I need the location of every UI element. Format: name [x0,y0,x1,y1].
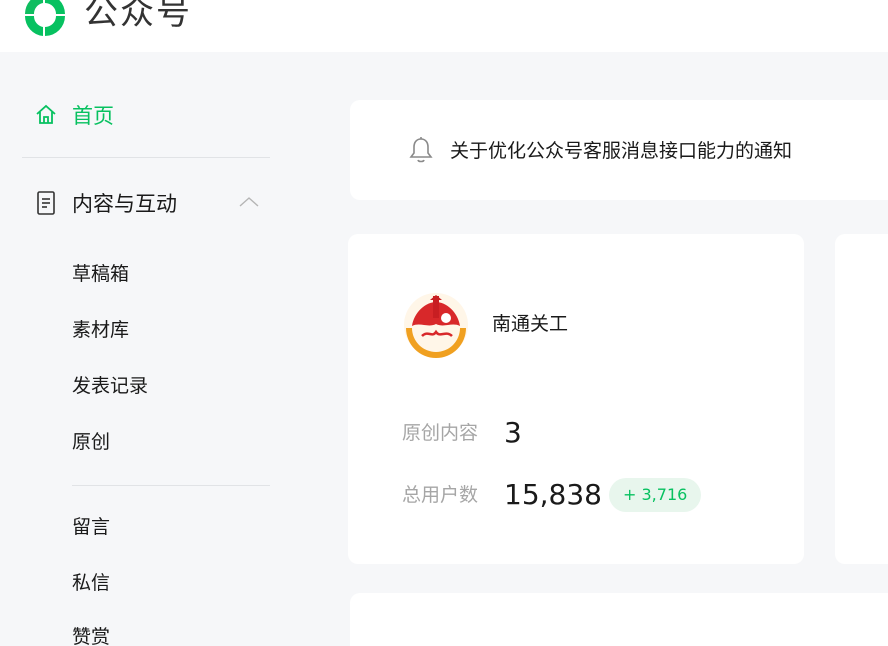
brand-title: 公众号 [84,0,192,33]
sidebar-subdivider [72,485,270,486]
account-card: 南通关工 原创内容 3 总用户数 15,838 + 3,716 [348,234,804,564]
top-bar: 公众号 [0,0,888,52]
sidebar-item-home[interactable]: 首页 [34,100,114,130]
sidebar-item-original[interactable]: 原创 [72,429,110,455]
sidebar-group-content-interaction[interactable]: 内容与互动 [34,186,264,220]
sidebar-divider [22,157,270,158]
sidebar-group-label: 内容与互动 [72,192,177,216]
stat-label-original: 原创内容 [402,422,479,444]
user-growth-badge: + 3,716 [609,478,702,512]
notice-text[interactable]: 关于优化公众号客服消息接口能力的通知 [450,138,792,164]
wechat-official-logo-icon[interactable] [20,0,70,38]
sidebar-item-drafts[interactable]: 草稿箱 [72,261,129,287]
home-icon [36,104,56,124]
sidebar-item-home-label: 首页 [72,104,114,128]
bottom-card [350,593,888,646]
sidebar: 首页 内容与互动 草稿箱 素材库 发表记录 原创 留言 私信 赞赏 [0,52,300,646]
document-icon [37,191,55,215]
notice-card[interactable]: 关于优化公众号客服消息接口能力的通知 [350,100,888,200]
sidebar-item-comments[interactable]: 留言 [72,514,110,540]
stat-value-original[interactable]: 3 [504,416,522,450]
side-card [835,234,888,564]
sidebar-item-materials[interactable]: 素材库 [72,317,129,343]
bell-icon [409,137,433,163]
chevron-up-icon[interactable] [238,196,260,208]
sidebar-item-rewards[interactable]: 赞赏 [72,624,110,646]
sidebar-item-messages[interactable]: 私信 [72,570,110,596]
stat-value-users[interactable]: 15,838 [504,478,602,512]
account-name[interactable]: 南通关工 [492,311,568,337]
account-avatar[interactable] [402,292,470,358]
sidebar-item-publish-records[interactable]: 发表记录 [72,373,148,399]
stat-label-users: 总用户数 [402,484,479,506]
